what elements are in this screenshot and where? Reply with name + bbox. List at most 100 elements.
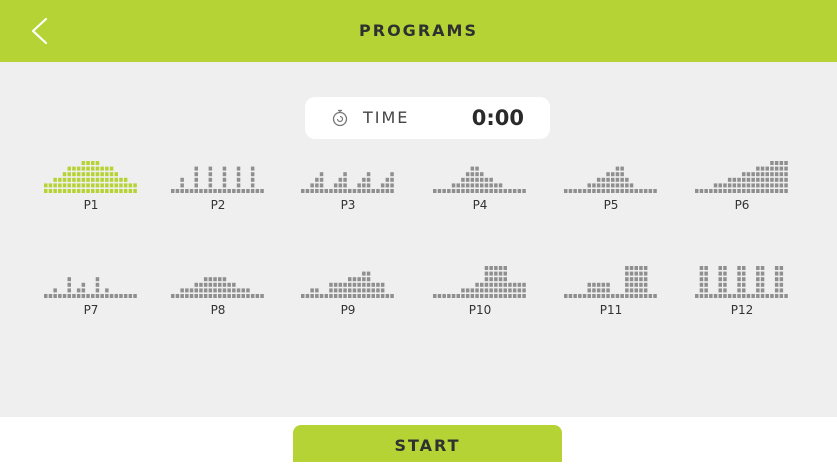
profile-block xyxy=(765,183,769,188)
profile-block xyxy=(437,294,442,298)
profile-block xyxy=(494,189,498,193)
profile-block xyxy=(385,294,390,298)
profile-block xyxy=(746,189,751,193)
profile-block xyxy=(713,294,718,298)
profile-block xyxy=(699,277,704,282)
profile-block xyxy=(634,266,638,270)
profile-block xyxy=(737,183,741,188)
profile-block xyxy=(737,189,741,193)
profile-block xyxy=(456,183,460,188)
profile-block xyxy=(67,183,71,188)
profile-block xyxy=(756,282,760,287)
profile-block xyxy=(456,189,460,193)
program-p1[interactable]: P1 xyxy=(36,133,146,215)
profile-block xyxy=(695,189,699,193)
profile-block xyxy=(72,294,76,298)
profile-block xyxy=(180,189,184,193)
profile-block xyxy=(484,189,489,193)
profile-block xyxy=(746,183,751,188)
profile-block xyxy=(114,183,118,188)
profile-block xyxy=(723,294,727,298)
profile-block xyxy=(756,166,760,171)
profile-block xyxy=(362,294,366,298)
program-p11[interactable]: P11 xyxy=(556,238,666,320)
profile-block xyxy=(72,172,76,177)
profile-block xyxy=(704,271,708,276)
profile-block xyxy=(185,294,189,298)
profile-block xyxy=(91,177,95,182)
profile-block xyxy=(366,282,371,287)
profile-block xyxy=(756,172,760,177)
profile-block xyxy=(489,294,493,298)
profile-block xyxy=(114,294,118,298)
profile-block xyxy=(737,177,741,182)
profile-block xyxy=(489,266,493,270)
profile-block xyxy=(522,282,526,287)
profile-block xyxy=(86,161,90,165)
profile-block xyxy=(742,277,746,282)
profile-block xyxy=(727,183,732,188)
profile-block xyxy=(760,282,765,287)
profile-block xyxy=(643,288,648,293)
profile-block xyxy=(639,282,643,287)
profile-block xyxy=(704,288,708,293)
profile-block xyxy=(723,282,727,287)
profile-block xyxy=(779,161,784,165)
profile-block xyxy=(310,294,314,298)
profile-block xyxy=(629,288,634,293)
profile-block xyxy=(760,266,765,270)
profile-block xyxy=(315,294,319,298)
profile-block xyxy=(119,189,123,193)
profile-block xyxy=(742,266,746,270)
program-p2[interactable]: P2 xyxy=(163,133,273,215)
profile-block xyxy=(564,189,568,193)
profile-block xyxy=(333,183,338,188)
program-p4[interactable]: P4 xyxy=(425,133,535,215)
profile-block xyxy=(489,177,493,182)
profile-block xyxy=(352,288,357,293)
program-p10[interactable]: P10 xyxy=(425,238,535,320)
program-p12[interactable]: P12 xyxy=(687,238,797,320)
profile-block xyxy=(704,282,708,287)
profile-block xyxy=(362,271,366,276)
profile-block xyxy=(751,294,755,298)
profile-block xyxy=(465,177,470,182)
start-button[interactable]: START xyxy=(293,425,562,462)
profile-block xyxy=(72,189,76,193)
profile-block xyxy=(723,288,727,293)
profile-block xyxy=(494,294,498,298)
profile-block xyxy=(779,277,784,282)
profile-block xyxy=(573,189,577,193)
profile-block xyxy=(222,288,227,293)
profile-block xyxy=(737,277,741,282)
profile-block xyxy=(765,189,769,193)
profile-block xyxy=(53,294,57,298)
profile-block xyxy=(639,277,643,282)
profile-block xyxy=(376,282,380,287)
profile-block xyxy=(503,277,507,282)
program-p3[interactable]: P3 xyxy=(293,133,403,215)
profile-block xyxy=(704,266,708,270)
program-p6[interactable]: P6 xyxy=(687,133,797,215)
program-p7[interactable]: P7 xyxy=(36,238,146,320)
profile-block xyxy=(737,266,741,270)
profile-block xyxy=(498,277,503,282)
profile-block xyxy=(498,288,503,293)
profile-block xyxy=(489,277,493,282)
program-p8[interactable]: P8 xyxy=(163,238,273,320)
program-p9[interactable]: P9 xyxy=(293,238,403,320)
profile-block xyxy=(601,177,606,182)
profile-block xyxy=(315,288,319,293)
profile-block xyxy=(737,294,741,298)
profile-block xyxy=(390,189,394,193)
profile-block xyxy=(119,294,123,298)
profile-block xyxy=(489,183,493,188)
profile-block xyxy=(704,189,708,193)
program-p5[interactable]: P5 xyxy=(556,133,666,215)
profile-block xyxy=(81,177,86,182)
profile-block xyxy=(380,183,385,188)
profile-block xyxy=(643,294,648,298)
profile-block xyxy=(704,294,708,298)
profile-block xyxy=(48,183,53,188)
profile-block xyxy=(338,177,343,182)
